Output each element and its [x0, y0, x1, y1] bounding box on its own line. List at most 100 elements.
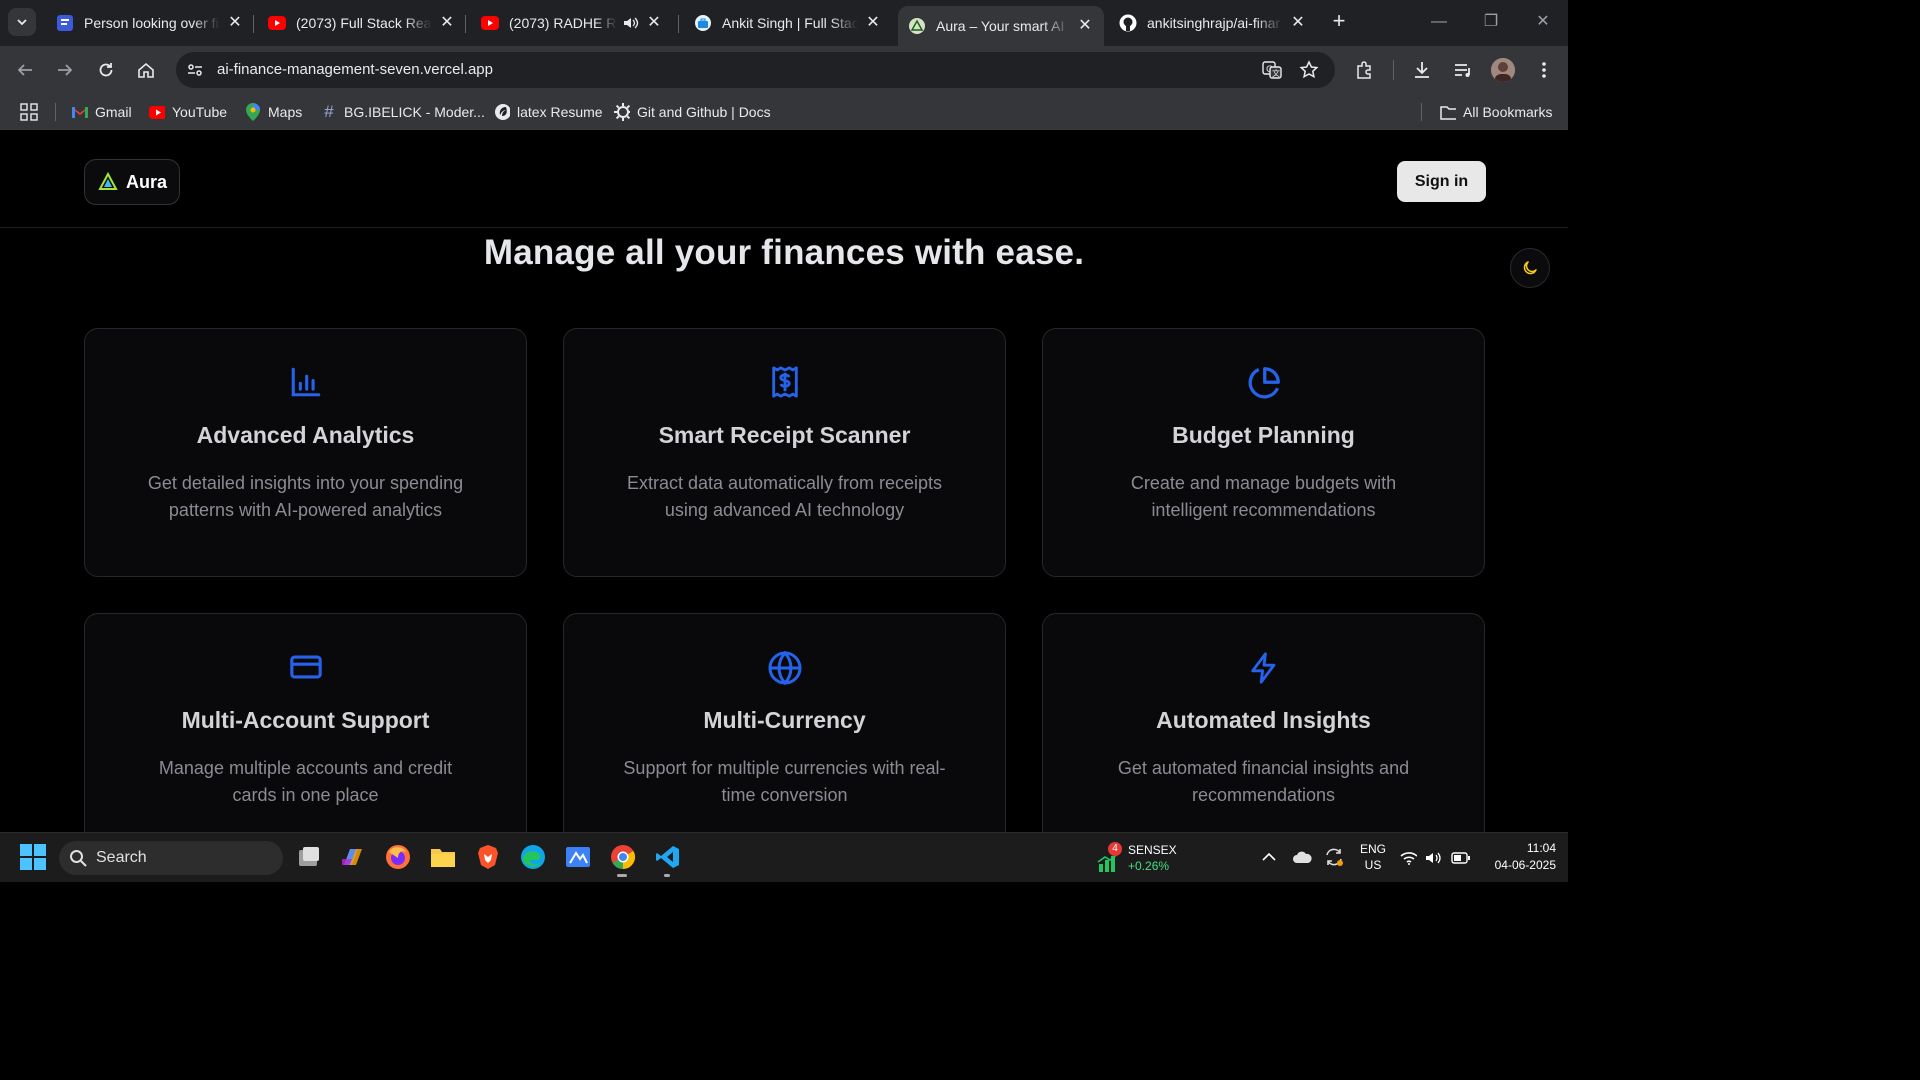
globe-icon [768, 650, 801, 686]
brand-logo[interactable]: Aura [84, 159, 180, 205]
restore-button[interactable]: ❐ [1476, 10, 1506, 34]
close-icon[interactable]: ✕ [226, 14, 244, 32]
translate-icon[interactable]: G文 [1262, 60, 1282, 85]
vscode-app[interactable] [654, 843, 682, 877]
start-button[interactable] [19, 843, 47, 871]
feature-card-smart-receipt-scanner: Smart Receipt Scanner Extract data autom… [563, 328, 1006, 577]
copilot-app[interactable] [339, 843, 367, 871]
tab-title: ankitsinghrajp/ai-finar [1147, 15, 1281, 31]
window-close-button[interactable]: ✕ [1528, 10, 1558, 34]
taskbar-search[interactable]: Search [59, 841, 283, 875]
app-launcher-blue[interactable] [564, 843, 592, 871]
youtube-icon [149, 104, 165, 120]
volume-icon [1426, 852, 1442, 864]
sign-in-button[interactable]: Sign in [1397, 161, 1486, 202]
brave-app[interactable] [474, 843, 502, 871]
chrome-app[interactable] [609, 843, 637, 877]
tab-aura[interactable]: Aura – Your smart AI fi ✕ [898, 6, 1104, 46]
sync-status-button[interactable] [1320, 843, 1348, 871]
close-icon[interactable]: ✕ [438, 14, 456, 32]
battery-icon [1451, 852, 1470, 864]
notification-badge: 4 [1108, 842, 1122, 856]
back-button[interactable] [13, 58, 37, 82]
onedrive-button[interactable] [1288, 843, 1316, 871]
search-icon [70, 850, 87, 867]
feature-title: Budget Planning [1172, 422, 1355, 448]
arrow-right-icon [58, 64, 73, 76]
feature-title: Smart Receipt Scanner [658, 422, 911, 448]
speaker-icon[interactable] [623, 15, 639, 31]
address-bar[interactable]: ai-finance-management-seven.vercel.app G… [176, 52, 1335, 88]
tab-search-button[interactable] [8, 8, 36, 36]
bookmark-gmail[interactable]: Gmail [72, 102, 132, 122]
tab-forms[interactable]: Person looking over fi ✕ [46, 6, 254, 40]
brand-name: Aura [126, 171, 168, 192]
browser-menu-button[interactable] [1532, 58, 1556, 82]
feature-card-advanced-analytics: Advanced Analytics Get detailed insights… [84, 328, 527, 577]
playlist-icon [1455, 64, 1470, 77]
chevron-down-icon [17, 19, 27, 26]
tab-portfolio[interactable]: Ankit Singh | Full Stack ✕ [684, 6, 892, 40]
bookmark-youtube[interactable]: YouTube [149, 102, 227, 122]
task-view-icon [299, 847, 319, 866]
show-hidden-icons-button[interactable] [1255, 843, 1283, 871]
tab-github[interactable]: ankitsinghrajp/ai-finar ✕ [1109, 6, 1317, 40]
bookmark-latex-resume[interactable]: latex Resume [494, 102, 603, 122]
reload-button[interactable] [94, 58, 118, 82]
map-pin-icon [245, 103, 261, 121]
close-icon[interactable]: ✕ [1289, 14, 1307, 32]
downloads-button[interactable] [1410, 58, 1434, 82]
overleaf-icon [494, 104, 510, 120]
media-control-button[interactable] [1451, 58, 1475, 82]
close-icon[interactable]: ✕ [1076, 17, 1094, 35]
profile-avatar[interactable] [1491, 58, 1515, 82]
language-indicator[interactable]: ENG US [1356, 842, 1390, 872]
briefcase-icon [694, 14, 712, 32]
more-vertical-icon [1542, 62, 1546, 78]
cloud-icon [1293, 851, 1312, 863]
home-button[interactable] [134, 58, 158, 82]
tab-title: Ankit Singh | Full Stack [722, 15, 858, 31]
sync-icon [1326, 848, 1343, 866]
bookmark-bg-ibelick[interactable]: # BG.IBELICK - Moder... [321, 102, 485, 122]
tab-youtube-2[interactable]: (2073) RADHE RAD ✕ [471, 6, 679, 40]
aura-logo-icon [98, 172, 118, 190]
edge-app[interactable] [519, 843, 547, 871]
feature-description: Get detailed insights into your spending… [147, 473, 464, 520]
extensions-button[interactable] [1353, 58, 1377, 82]
gmail-icon [72, 104, 88, 120]
tab-title: Aura – Your smart AI fi [936, 18, 1070, 34]
stock-name: SENSEX [1128, 843, 1177, 857]
forward-button[interactable] [53, 58, 77, 82]
copilot-icon [342, 849, 362, 865]
tab-youtube-1[interactable]: (2073) Full Stack React ✕ [258, 6, 466, 40]
search-label: Search [96, 849, 147, 866]
file-explorer-app[interactable] [429, 843, 457, 871]
task-view-button[interactable] [295, 843, 323, 871]
star-icon[interactable] [1299, 60, 1319, 85]
download-icon [1415, 62, 1429, 78]
arrow-left-icon [17, 64, 32, 76]
theme-toggle-button[interactable] [1510, 248, 1550, 288]
receipt-icon [771, 366, 798, 398]
feature-title: Automated Insights [1156, 707, 1371, 733]
firefox-app[interactable] [384, 843, 412, 871]
clock[interactable]: 11:04 04-06-2025 [1478, 841, 1556, 872]
bookmark-git-github-docs[interactable]: Git and Github | Docs [614, 102, 771, 122]
bookmark-maps[interactable]: Maps [245, 102, 302, 122]
apps-button[interactable] [20, 102, 38, 122]
feature-description: Support for multiple currencies with rea… [623, 758, 946, 805]
folder-icon [1440, 104, 1456, 120]
close-icon[interactable]: ✕ [864, 14, 882, 32]
minimize-button[interactable]: — [1424, 10, 1454, 34]
feature-card-automated-insights: Automated Insights Get automated financi… [1042, 613, 1485, 832]
site-header: Aura Sign in [0, 135, 1568, 228]
all-bookmarks-button[interactable]: All Bookmarks [1440, 102, 1552, 122]
close-icon[interactable]: ✕ [645, 14, 663, 32]
system-tray-quick-settings[interactable] [1400, 847, 1470, 869]
browser-toolbar: ai-finance-management-seven.vercel.app G… [0, 46, 1568, 94]
stock-widget[interactable]: 4 SENSEX +0.26% [1097, 842, 1177, 876]
feature-description: Create and manage budgets with intellige… [1130, 473, 1397, 520]
new-tab-button[interactable]: + [1327, 10, 1351, 34]
site-info-icon[interactable] [186, 61, 204, 84]
